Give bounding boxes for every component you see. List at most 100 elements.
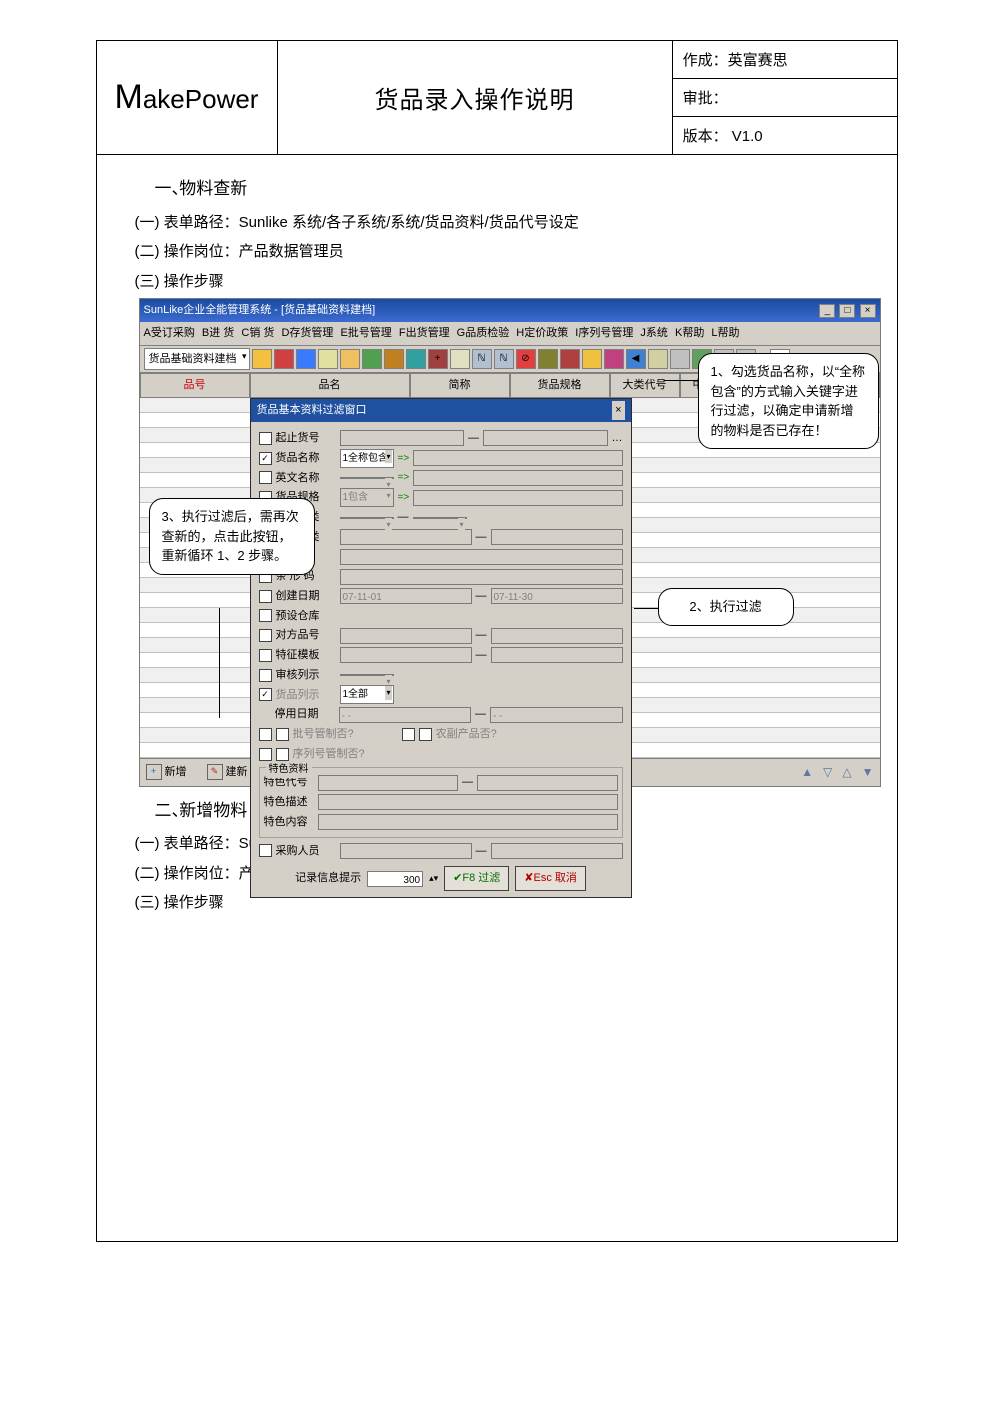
menu-h[interactable]: H定价政策 [516, 327, 568, 339]
tool-icon-3[interactable] [296, 349, 316, 369]
col-spec[interactable]: 货品规格 [510, 373, 610, 398]
menu-k[interactable]: K帮助 [675, 327, 704, 339]
menu-l[interactable]: L帮助 [711, 327, 739, 339]
col-cat-major[interactable]: 大类代号 [610, 373, 680, 398]
col-prd-name[interactable]: 品名 [250, 373, 410, 398]
tool-icon-11[interactable]: ℕ [472, 349, 492, 369]
fld-eng[interactable] [413, 470, 622, 486]
chk-wh[interactable] [259, 609, 272, 622]
fld-ftpl[interactable] [340, 647, 472, 663]
tool-icon-1[interactable] [252, 349, 272, 369]
chk-crtdate[interactable] [259, 590, 272, 603]
tool-icon-18[interactable]: ◀ [626, 349, 646, 369]
chk-range[interactable] [259, 432, 272, 445]
tool-icon-19[interactable] [648, 349, 668, 369]
prev-icon[interactable]: ▽ [823, 762, 832, 782]
fld-range-from[interactable] [340, 430, 465, 446]
filter-button[interactable]: ✔F8 过滤 [444, 866, 509, 891]
tool-icon-20[interactable] [670, 349, 690, 369]
tool-icon-6[interactable] [362, 349, 382, 369]
fld-name[interactable] [413, 450, 622, 466]
chk-opno[interactable] [259, 629, 272, 642]
toolbar-combo[interactable]: 货品基础资料建档 [144, 348, 250, 371]
chk-serial-b[interactable] [276, 748, 289, 761]
menu-b[interactable]: B进 货 [202, 327, 234, 339]
first-icon[interactable]: ▲ [801, 762, 813, 782]
chk-audit[interactable] [259, 669, 272, 682]
fld-oldno[interactable] [340, 549, 623, 565]
lookup-icon[interactable]: … [612, 429, 623, 448]
tool-icon-2[interactable] [274, 349, 294, 369]
fld-range-to[interactable] [483, 430, 608, 446]
chk-serial-a[interactable] [259, 748, 272, 761]
close-icon[interactable]: × [860, 304, 876, 318]
fld-fcode-to[interactable] [477, 775, 618, 791]
fld-fcode[interactable] [318, 775, 459, 791]
fld-stopdate-to[interactable]: - - [490, 707, 623, 723]
fld-cat2[interactable] [340, 529, 472, 545]
fld-fcont[interactable] [318, 814, 618, 830]
maximize-icon[interactable]: □ [839, 304, 855, 318]
tool-icon-12[interactable]: ℕ [494, 349, 514, 369]
tool-icon-4[interactable] [318, 349, 338, 369]
fld-buyer-to[interactable] [491, 843, 623, 859]
sel-cat1[interactable] [340, 517, 394, 519]
menu-c[interactable]: C销 货 [241, 327, 274, 339]
menu-a[interactable]: A受订采购 [144, 327, 195, 339]
tool-icon-10[interactable] [450, 349, 470, 369]
chk-name[interactable] [259, 452, 272, 465]
fld-crtdate-from[interactable]: 07-11-01 [340, 588, 472, 604]
chk-ftpl[interactable] [259, 649, 272, 662]
chk-batch-a[interactable] [259, 728, 272, 741]
sel-eng-mode[interactable] [340, 477, 394, 479]
act-new[interactable]: ✎建新 [207, 763, 248, 782]
fld-fdesc[interactable] [318, 794, 618, 810]
sel-list[interactable]: 1全部 [340, 685, 394, 704]
act-add[interactable]: +新增 [146, 763, 187, 782]
menu-j[interactable]: J系统 [640, 327, 668, 339]
spinner-icon[interactable]: ▴▾ [429, 871, 438, 886]
chk-eng[interactable] [259, 471, 272, 484]
fld-spec[interactable] [413, 490, 622, 506]
tool-icon-7[interactable] [384, 349, 404, 369]
menu-f[interactable]: F出货管理 [399, 327, 450, 339]
fld-stopdate-from[interactable]: - - [339, 707, 472, 723]
chk-buyer[interactable] [259, 844, 272, 857]
tool-icon-17[interactable] [604, 349, 624, 369]
tool-icon-8[interactable] [406, 349, 426, 369]
col-short-name[interactable]: 简称 [410, 373, 510, 398]
last-icon[interactable]: ▼ [862, 762, 874, 782]
chk-agri-a[interactable] [402, 728, 415, 741]
tool-icon-9[interactable]: + [428, 349, 448, 369]
tool-icon-14[interactable] [538, 349, 558, 369]
sel-audit[interactable] [340, 674, 394, 676]
fld-crtdate-to[interactable]: 07-11-30 [491, 588, 623, 604]
tool-icon-13[interactable]: ⊘ [516, 349, 536, 369]
fld-opno-to[interactable] [491, 628, 623, 644]
fld-ftpl-to[interactable] [491, 647, 623, 663]
menu-g[interactable]: G品质检验 [457, 327, 510, 339]
record-hint-value[interactable]: 300 [367, 871, 423, 887]
chk-agri-b[interactable] [419, 728, 432, 741]
col-prd-no[interactable]: 品号 [140, 373, 250, 398]
tool-icon-15[interactable] [560, 349, 580, 369]
sel-cat1-to[interactable] [413, 517, 467, 519]
dialog-close-icon[interactable]: × [612, 401, 624, 420]
cancel-button[interactable]: ✘Esc 取消 [515, 866, 586, 891]
chk-batch-b[interactable] [276, 728, 289, 741]
fld-buyer[interactable] [340, 843, 472, 859]
menu-i[interactable]: I序列号管理 [575, 327, 633, 339]
chk-list[interactable] [259, 688, 272, 701]
sel-name-mode[interactable]: 1全称包含 [340, 449, 394, 468]
grid-body[interactable]: 货品基本资料过滤窗口 × 起止货号—… 货品名称1全称包含=> 英文名称=> 货… [140, 398, 880, 758]
tool-icon-16[interactable] [582, 349, 602, 369]
minimize-icon[interactable]: _ [819, 304, 835, 318]
fld-barcode[interactable] [340, 569, 623, 585]
fld-opno[interactable] [340, 628, 472, 644]
next-icon[interactable]: △ [842, 762, 851, 782]
sel-spec-mode[interactable]: 1包含 [340, 488, 394, 507]
menu-e[interactable]: E批号管理 [340, 327, 391, 339]
menu-d[interactable]: D存货管理 [281, 327, 333, 339]
tool-icon-5[interactable] [340, 349, 360, 369]
fld-cat2-to[interactable] [491, 529, 623, 545]
